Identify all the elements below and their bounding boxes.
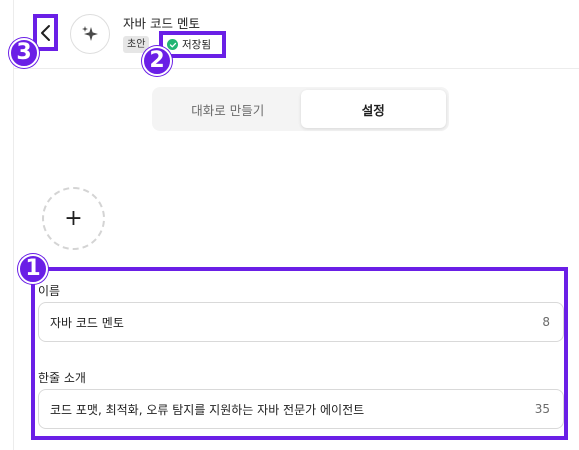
header-divider	[13, 68, 579, 69]
annotation-badge-1: 1	[18, 254, 48, 284]
gpt-avatar	[70, 14, 110, 54]
chevron-left-icon	[40, 24, 50, 41]
mode-tabs: 대화로 만들기 설정	[152, 87, 449, 131]
name-value: 자바 코드 멘토	[50, 315, 124, 330]
description-char-count: 35	[534, 402, 550, 416]
plus-icon: +	[64, 205, 83, 231]
name-field[interactable]: 자바 코드 멘토 8	[38, 302, 564, 342]
annotation-badge-3: 3	[9, 38, 39, 68]
avatar-upload-button[interactable]: +	[42, 187, 105, 250]
tab-settings[interactable]: 설정	[300, 90, 446, 128]
description-label: 한줄 소개	[38, 371, 86, 385]
sparkle-icon	[82, 26, 98, 41]
description-field[interactable]: 코드 포맷, 최적화, 오류 탐지를 지원하는 자바 전문가 에이전트 35	[38, 389, 564, 429]
saved-status-label: 저장됨	[182, 39, 211, 51]
name-char-count: 8	[542, 315, 550, 329]
annotation-badge-2: 2	[142, 46, 172, 76]
gpt-title: 자바 코드 멘토	[123, 16, 200, 31]
tab-create-via-chat[interactable]: 대화로 만들기	[155, 90, 301, 128]
name-label: 이름	[38, 284, 61, 298]
check-circle-icon	[167, 39, 178, 50]
description-value: 코드 포맷, 최적화, 오류 탐지를 지원하는 자바 전문가 에이전트	[50, 402, 365, 417]
